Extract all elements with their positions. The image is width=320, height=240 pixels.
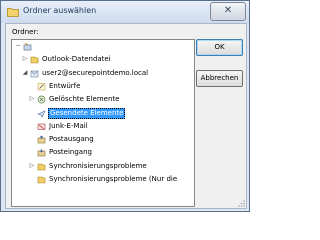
- sync-problems-local-icon: [37, 176, 46, 184]
- expander-icon[interactable]: ▷: [21, 55, 29, 63]
- tree-item[interactable]: ▷ Gelöschte Elemente: [12, 94, 194, 105]
- tree-item-label: Postausgang: [49, 135, 94, 144]
- sync-problems-icon: [37, 163, 46, 170]
- folder-picker-dialog: Ordner auswählen ✕ Ordner: − ▷ Outlook-Dat…: [0, 0, 250, 212]
- mailbox-icon: [30, 70, 39, 77]
- tree-item-label: Posteingang: [49, 148, 92, 157]
- tree-item[interactable]: Postausgang: [12, 134, 194, 145]
- tree-item-label: Gesendete Elemente: [48, 107, 126, 119]
- root-icon: [23, 42, 32, 51]
- dialog-title: Ordner auswählen: [23, 6, 97, 15]
- folder-label: Ordner:: [12, 28, 39, 36]
- dialog-body: Ordner: − ▷ Outlook-Datendatei ◢ user2@secur…: [5, 23, 247, 209]
- folder-tree[interactable]: − ▷ Outlook-Datendatei ◢ user2@securepointde…: [11, 39, 195, 207]
- expander-placeholder: [28, 122, 36, 130]
- tree-item[interactable]: Gesendete Elemente: [12, 107, 194, 119]
- tree-item-label: Outlook-Datendatei: [42, 55, 111, 64]
- title-bar[interactable]: Ordner auswählen ✕: [1, 1, 249, 23]
- cancel-button[interactable]: Abbrechen: [196, 70, 243, 87]
- junk-mail-icon: [37, 123, 46, 130]
- expander-icon[interactable]: ▷: [28, 95, 36, 103]
- data-file-icon: [30, 56, 39, 64]
- ok-button[interactable]: OK: [196, 39, 243, 56]
- folder-icon: [7, 8, 19, 17]
- drafts-icon: [37, 83, 46, 91]
- expander-placeholder: [28, 82, 36, 90]
- tree-item[interactable]: ◢ user2@securepointdemo.local: [12, 68, 194, 79]
- resize-grip-icon[interactable]: [237, 199, 245, 207]
- expander-icon[interactable]: ▷: [28, 162, 36, 170]
- expander-icon[interactable]: ◢: [21, 69, 29, 77]
- expander-icon[interactable]: −: [14, 42, 22, 50]
- tree-item-label: user2@securepointdemo.local: [42, 68, 149, 77]
- tree-item-label: Synchronisierungsprobleme (Nur die: [49, 175, 178, 183]
- tree-item[interactable]: ▷ Synchronisierungsprobleme: [12, 161, 194, 172]
- tree-item[interactable]: Entwürfe: [12, 81, 194, 92]
- tree-item[interactable]: ▷ Outlook-Datendatei: [12, 54, 194, 65]
- sent-items-icon: [37, 109, 46, 118]
- tree-item-label: Synchronisierungsprobleme: [49, 161, 147, 170]
- tree-item[interactable]: Synchronisierungsprobleme (Nur die: [12, 174, 194, 185]
- tree-item-label: Entwürfe: [49, 81, 81, 90]
- close-button[interactable]: ✕: [210, 2, 246, 21]
- expander-placeholder: [28, 109, 36, 117]
- tree-item-label: Gelöschte Elemente: [49, 95, 120, 104]
- expander-placeholder: [28, 135, 36, 143]
- outbox-icon: [37, 135, 46, 144]
- tree-item[interactable]: Posteingang: [12, 147, 194, 158]
- tree-item[interactable]: Junk-E-Mail: [12, 121, 194, 132]
- expander-placeholder: [28, 175, 36, 183]
- tree-item-label: Junk-E-Mail: [49, 121, 88, 130]
- tree-item[interactable]: −: [12, 41, 194, 52]
- expander-placeholder: [28, 148, 36, 156]
- inbox-icon: [37, 149, 46, 157]
- deleted-items-icon: [37, 95, 46, 104]
